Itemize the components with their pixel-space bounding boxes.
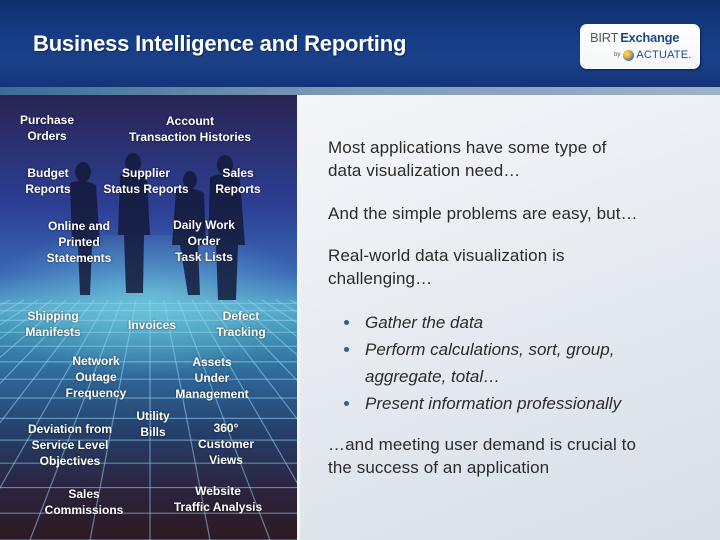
business-people-grid-image: Purchase Orders Account Transaction Histor… bbox=[0, 95, 297, 540]
bullet-item: Gather the data bbox=[338, 309, 621, 336]
bullet-dot-icon bbox=[344, 347, 349, 352]
label-daily-work-order-task-lists: Daily Work Order Task Lists bbox=[173, 218, 235, 264]
label-assets-under-management: Assets Under Management bbox=[175, 355, 249, 401]
content-text-panel: Most applications have some type of data … bbox=[300, 95, 720, 540]
bullet-dot-icon bbox=[344, 320, 349, 325]
birt-exchange-logo: BIRT Exchange by ACTUATE. bbox=[580, 24, 700, 69]
challenge-bullet-list: Gather the data Perform calculations, so… bbox=[338, 309, 621, 417]
logo-brand-light: BIRT bbox=[590, 30, 619, 45]
logo-company: ACTUATE. bbox=[636, 49, 692, 61]
label-invoices: Invoices bbox=[127, 318, 177, 332]
label-sales-commissions: Sales Commissions bbox=[44, 487, 124, 517]
bullet-item: Perform calculations, sort, group, aggreg… bbox=[338, 336, 621, 390]
label-account-transaction-histories: Account Transaction Histories bbox=[128, 114, 252, 144]
slide-title: Business Intelligence and Reporting bbox=[33, 31, 407, 56]
label-network-outage-frequency: Network Outage Frequency bbox=[65, 354, 127, 400]
paragraph-simple-problems: And the simple problems are easy, but… bbox=[328, 204, 638, 223]
label-budget-reports: Budget Reports bbox=[25, 166, 71, 196]
label-360-customer-views: 360° Customer Views bbox=[197, 421, 255, 467]
logo-by: by bbox=[614, 52, 621, 58]
label-sales-reports: Sales Reports bbox=[215, 166, 261, 196]
logo-brand-bold: Exchange bbox=[620, 30, 680, 45]
paragraph-visualization-need: Most applications have some type of data … bbox=[328, 138, 607, 180]
paragraph-user-demand: …and meeting user demand is crucial to th… bbox=[328, 435, 637, 477]
label-online-printed-statements: Online and Printed Statements bbox=[46, 219, 112, 265]
bullet-dot-icon bbox=[344, 401, 349, 406]
label-defect-tracking: Defect Tracking bbox=[216, 309, 266, 339]
label-purchase-orders: Purchase Orders bbox=[19, 113, 75, 143]
logo-byline: by ACTUATE. bbox=[614, 49, 692, 61]
label-supplier-status-reports: Supplier Status Reports bbox=[103, 166, 189, 196]
logo-brand: BIRT Exchange bbox=[590, 30, 680, 45]
header-accent-band bbox=[0, 87, 720, 95]
paragraph-real-world-challenge: Real-world data visualization is challeng… bbox=[328, 246, 565, 288]
bullet-item: Present information professionally bbox=[338, 390, 621, 417]
label-shipping-manifests: Shipping Manifests bbox=[25, 309, 81, 339]
actuate-globe-icon bbox=[623, 49, 635, 61]
label-deviation-service-level: Deviation from Service Level Objectives bbox=[27, 422, 113, 468]
slide-header: Business Intelligence and Reporting BIRT… bbox=[0, 0, 720, 87]
label-utility-bills: Utility Bills bbox=[136, 409, 170, 439]
label-website-traffic-analysis: Website Traffic Analysis bbox=[173, 484, 263, 514]
